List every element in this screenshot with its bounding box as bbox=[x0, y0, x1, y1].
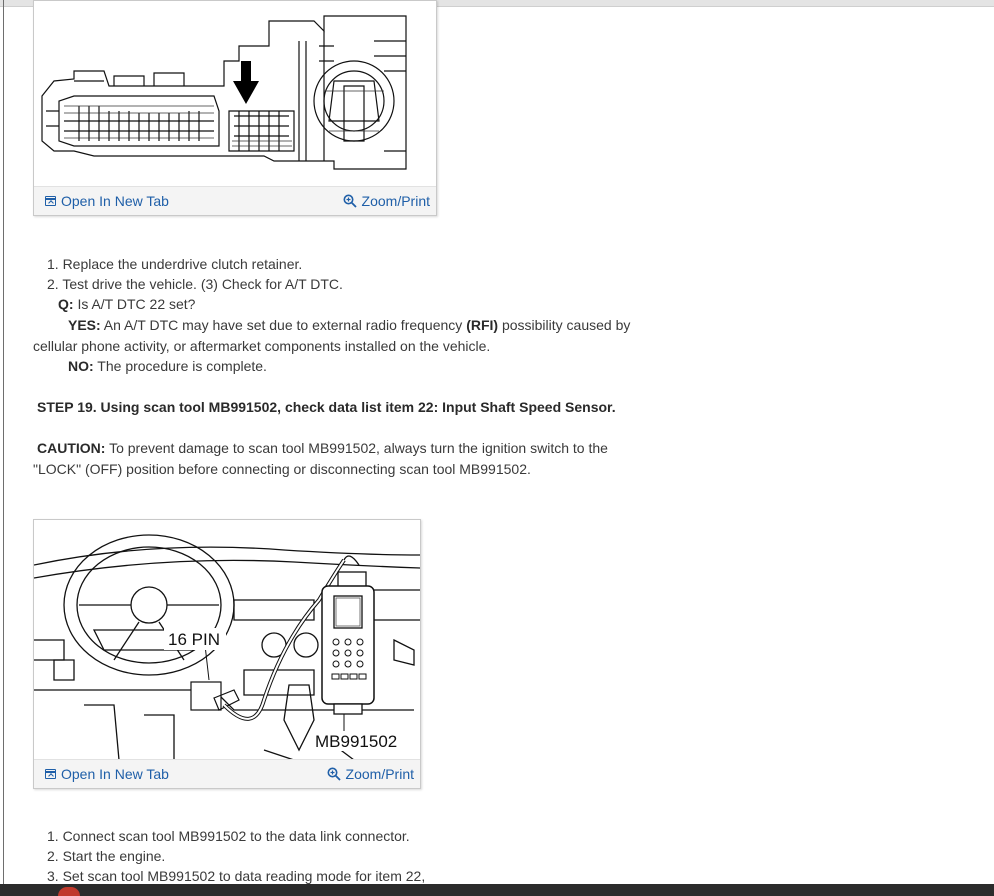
pin-label: 16 PIN bbox=[168, 630, 220, 649]
transmission-diagram bbox=[41, 15, 407, 170]
no-label: NO: bbox=[68, 358, 94, 374]
yes-text-b: possibility caused by bbox=[498, 317, 631, 333]
open-in-new-tab-label: Open In New Tab bbox=[61, 766, 169, 782]
taskbar-app-icon bbox=[58, 887, 80, 896]
zoom-print-label: Zoom/Print bbox=[345, 766, 414, 782]
caution-label: CAUTION: bbox=[37, 440, 106, 456]
open-in-new-tab-label: Open In New Tab bbox=[61, 193, 169, 209]
list-item: 1. Connect scan tool MB991502 to the dat… bbox=[47, 828, 410, 844]
caution-text: To prevent damage to scan tool MB991502,… bbox=[105, 440, 608, 456]
no-text: The procedure is complete. bbox=[93, 358, 267, 374]
new-tab-icon bbox=[45, 769, 56, 779]
list-item: 2. Start the engine. bbox=[47, 848, 166, 864]
scan-tool-diagram: 16 PIN MB991502 bbox=[34, 534, 420, 760]
question-label: Q: bbox=[58, 296, 74, 312]
figure-toolbar: Open In New Tab Zoom/Print bbox=[34, 186, 436, 215]
scan-tool-device bbox=[321, 571, 375, 715]
scan-tool-figure: 16 PIN MB991502 Open In New Tab Zoom/Pri… bbox=[33, 519, 421, 789]
caution-line: CAUTION: To prevent damage to scan tool … bbox=[37, 438, 608, 458]
step-heading: STEP 19. Using scan tool MB991502, check… bbox=[37, 399, 616, 415]
open-in-new-tab-link[interactable]: Open In New Tab bbox=[45, 193, 169, 209]
yes-label: YES: bbox=[68, 317, 101, 333]
yes-line: YES: An A/T DTC may have set due to exte… bbox=[68, 315, 630, 335]
figure-toolbar: Open In New Tab Zoom/Print bbox=[34, 759, 420, 788]
taskbar-strip bbox=[0, 884, 994, 896]
list-item: 2. Test drive the vehicle. (3) Check for… bbox=[47, 276, 343, 292]
transmission-figure: Open In New Tab Zoom/Print bbox=[33, 0, 437, 216]
list-item: 3. Set scan tool MB991502 to data readin… bbox=[47, 868, 426, 884]
question-text: Is A/T DTC 22 set? bbox=[73, 296, 196, 312]
zoom-print-link[interactable]: Zoom/Print bbox=[343, 193, 430, 209]
zoom-print-link[interactable]: Zoom/Print bbox=[327, 766, 414, 782]
open-in-new-tab-link[interactable]: Open In New Tab bbox=[45, 766, 169, 782]
new-tab-icon bbox=[45, 196, 56, 206]
no-line: NO: The procedure is complete. bbox=[68, 356, 267, 376]
magnifier-icon bbox=[343, 194, 357, 208]
content-left-border bbox=[3, 0, 4, 896]
list-item: 1. Replace the underdrive clutch retaine… bbox=[47, 256, 303, 272]
question-line: Q: Is A/T DTC 22 set? bbox=[58, 294, 195, 314]
rfi-term: (RFI) bbox=[466, 317, 499, 333]
yes-text-a: An A/T DTC may have set due to external … bbox=[100, 317, 467, 333]
yes-line-2: cellular phone activity, or aftermarket … bbox=[33, 338, 491, 354]
caution-line-2: "LOCK" (OFF) position before connecting … bbox=[33, 461, 531, 477]
zoom-print-label: Zoom/Print bbox=[361, 193, 430, 209]
tool-label: MB991502 bbox=[315, 732, 397, 751]
arrow-icon bbox=[233, 61, 259, 104]
magnifier-icon bbox=[327, 767, 341, 781]
